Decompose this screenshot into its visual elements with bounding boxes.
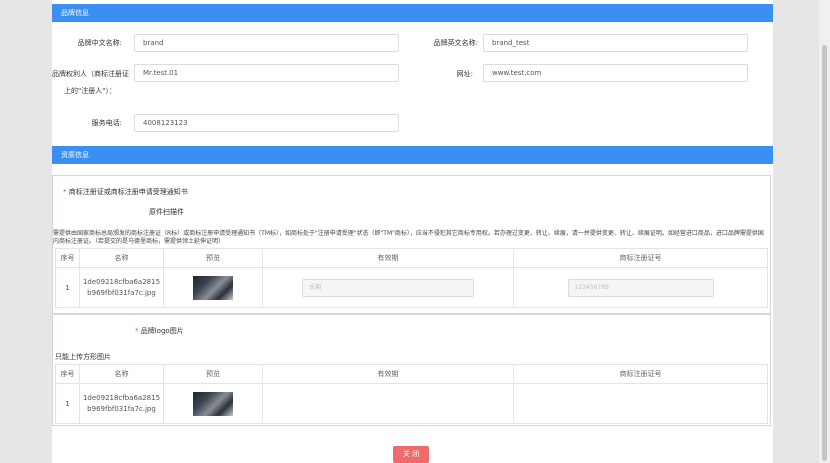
owner-field[interactable]: Mr.test.01	[134, 64, 399, 82]
row-index: 1	[55, 267, 80, 308]
cn-name-label: 品牌中文名称:	[77, 39, 122, 47]
website-field[interactable]: www.test.com	[483, 64, 748, 82]
col-name: 名称	[79, 364, 164, 384]
col-preview: 预览	[163, 364, 263, 384]
file-name-line2: b969fbf031fa7c.jpg	[87, 288, 156, 297]
reg-no-field[interactable]: 123456789	[567, 278, 714, 297]
row-preview	[163, 383, 263, 424]
table-header-row: 序号 名称 预览 有效期 商标注册证号	[55, 364, 768, 384]
qualification-header: 资质信息	[52, 146, 773, 164]
table-row: 1 1de09218cfba6a2815 b969fbf031fa7c.jpg	[55, 383, 768, 424]
logo-thumbnail[interactable]	[193, 391, 233, 416]
col-validity: 有效期	[262, 364, 514, 384]
required-mark: *	[135, 327, 139, 335]
phone-field[interactable]: 4008123123	[134, 114, 399, 132]
owner-label-line1: 品牌权利人（商标注册证	[52, 70, 129, 78]
row-file-name: 1de09218cfba6a2815 b969fbf031fa7c.jpg	[79, 267, 164, 308]
certificate-table: 序号 名称 预览 有效期 商标注册证号 1 1de09218cfba6a2815…	[55, 248, 768, 308]
en-name-field[interactable]: brand_test	[483, 34, 748, 52]
brand-info-header: 品牌信息	[52, 4, 773, 22]
brand-detail-panel: 品牌信息 品牌中文名称: brand 品牌英文名称: brand_test 品牌…	[52, 0, 773, 463]
owner-label: 品牌权利人（商标注册证 上的"注册人"）：	[52, 70, 132, 96]
close-button[interactable]: 关 闭	[393, 446, 429, 463]
validity-field[interactable]: 长期	[302, 278, 474, 297]
file-name-line1: 1de09218cfba6a2815	[82, 393, 161, 402]
en-name-label: 品牌英文名称:	[433, 39, 478, 47]
owner-label-line2: 上的"注册人"）：	[64, 87, 116, 95]
col-reg-no: 商标注册证号	[513, 364, 768, 384]
col-validity: 有效期	[262, 248, 514, 268]
website-label: 网址:	[456, 70, 473, 78]
certificate-subtitle: 原件扫描件	[149, 208, 184, 216]
file-name-line1: 1de09218cfba6a2815	[82, 277, 161, 286]
scrollbar-thumb[interactable]	[822, 45, 827, 461]
logo-box: * 品牌logo图片 只能上传方形图片 序号 名称 预览 有效期 商标注册证号 …	[52, 314, 771, 426]
required-mark: *	[63, 188, 67, 196]
col-preview: 预览	[163, 248, 263, 268]
table-header-row: 序号 名称 预览 有效期 商标注册证号	[55, 248, 768, 268]
row-reg-no: 123456789	[513, 267, 768, 308]
col-reg-no: 商标注册证号	[513, 248, 768, 268]
cn-name-field[interactable]: brand	[134, 34, 399, 52]
phone-label: 服务电话:	[91, 119, 122, 127]
certificate-notice: 需提供由国家商标总局颁发的商标注册证（R标）或商标注册申请受理通知书（TM标），…	[53, 230, 764, 245]
col-index: 序号	[55, 364, 80, 384]
row-index: 1	[55, 383, 80, 424]
row-file-name: 1de09218cfba6a2815 b969fbf031fa7c.jpg	[79, 383, 164, 424]
col-index: 序号	[55, 248, 80, 268]
logo-title-text: 品牌logo图片	[140, 327, 184, 335]
logo-note: 只能上传方形图片	[55, 353, 111, 361]
row-reg-no	[513, 383, 768, 424]
col-name: 名称	[79, 248, 164, 268]
table-row: 1 1de09218cfba6a2815 b969fbf031fa7c.jpg …	[55, 267, 768, 308]
certificate-title-text: 商标注册证或商标注册申请受理通知书	[68, 188, 188, 196]
preview-thumbnail[interactable]	[193, 275, 233, 300]
row-preview	[163, 267, 263, 308]
row-validity: 长期	[262, 267, 514, 308]
row-validity	[262, 383, 514, 424]
logo-table: 序号 名称 预览 有效期 商标注册证号 1 1de09218cfba6a2815…	[55, 364, 768, 424]
file-name-line2: b969fbf031fa7c.jpg	[87, 404, 156, 413]
certificate-title: * 商标注册证或商标注册申请受理通知书	[63, 187, 188, 197]
certificate-box: * 商标注册证或商标注册申请受理通知书 原件扫描件 需提供由国家商标总局颁发的商…	[52, 175, 771, 314]
logo-title: * 品牌logo图片	[135, 326, 184, 336]
